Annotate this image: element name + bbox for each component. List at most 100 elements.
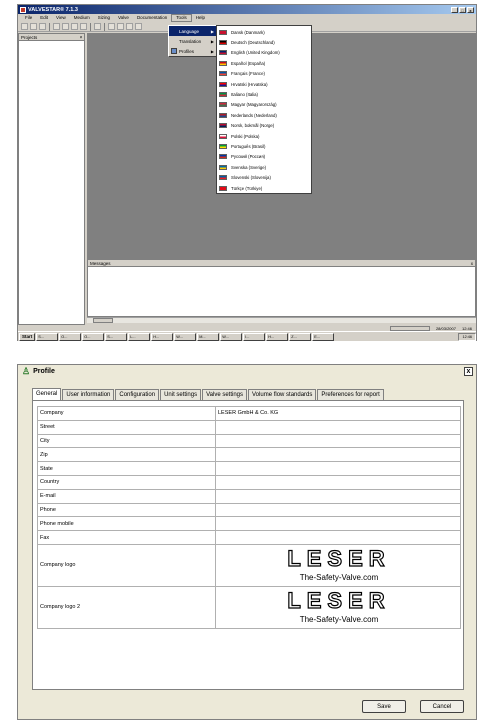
profile-row: E-mail: [37, 488, 461, 504]
flag-icon: [219, 133, 227, 139]
messages-header: Messages x: [88, 260, 475, 267]
taskbar-item[interactable]: H...: [151, 332, 174, 341]
field-value[interactable]: [215, 474, 461, 490]
menu-item-language[interactable]: Language ▶: [169, 26, 217, 36]
company-logo[interactable]: LESER The-Safety-Valve.com: [215, 585, 461, 629]
field-label: State: [37, 461, 216, 476]
field-value[interactable]: [215, 447, 461, 463]
sort-icon[interactable]: [126, 23, 133, 30]
windows-taskbar: Start S... O... O... S... L... H... W...…: [18, 331, 476, 341]
calculate-icon[interactable]: [80, 23, 87, 30]
save-icon[interactable]: [39, 23, 46, 30]
language-option[interactable]: Svenska (Sverige): [217, 162, 311, 172]
horizontal-scrollbar[interactable]: [87, 317, 476, 323]
language-option[interactable]: Português (Brasil): [217, 141, 311, 151]
menu-item-translation[interactable]: Translation ▶: [169, 36, 217, 46]
language-option[interactable]: Polski (Polska): [217, 131, 311, 141]
company-logo[interactable]: LESER The-Safety-Valve.com: [215, 543, 461, 587]
minimize-button[interactable]: _: [451, 6, 458, 13]
window-icon[interactable]: [94, 23, 101, 30]
menu-help[interactable]: Help: [192, 14, 209, 22]
taskbar-item[interactable]: W...: [174, 332, 197, 341]
projects-label: Projects: [21, 34, 38, 40]
menu-item-profiles[interactable]: Profiles ▶: [169, 46, 217, 56]
tab-configuration[interactable]: Configuration: [115, 389, 160, 400]
menu-medium[interactable]: Medium: [70, 14, 94, 22]
new-file-icon[interactable]: [21, 23, 28, 30]
field-value[interactable]: LESER GmbH & Co. KG: [215, 406, 461, 421]
toolbar-separator: [104, 22, 105, 31]
language-label: Italiano (Italia): [231, 92, 258, 98]
field-value[interactable]: [215, 419, 461, 435]
language-option[interactable]: Hrvatski (Hrvatska): [217, 79, 311, 89]
start-button[interactable]: Start: [19, 332, 36, 341]
tab-valve-settings[interactable]: Valve settings: [202, 389, 248, 400]
language-option[interactable]: Français (France): [217, 69, 311, 79]
tab-user-information[interactable]: User information: [62, 389, 115, 400]
tab-preferences-for-report[interactable]: Preferences for report: [317, 389, 384, 400]
help-icon[interactable]: [135, 23, 142, 30]
maximize-button[interactable]: □: [459, 6, 466, 13]
taskbar-item[interactable]: Z...: [289, 332, 312, 341]
language-option[interactable]: Dansk (Danmark): [217, 27, 311, 37]
language-option[interactable]: Slovenski (Slovenija): [217, 172, 311, 182]
field-label: Country: [37, 474, 216, 490]
arrow-up-icon[interactable]: [117, 23, 124, 30]
projects-header: Projects ᵠ: [19, 34, 84, 41]
taskbar-item[interactable]: S...: [36, 332, 59, 341]
taskbar-item[interactable]: L...: [128, 332, 151, 341]
menu-sizing[interactable]: Sizing: [94, 14, 114, 22]
arrow-down-icon[interactable]: [108, 23, 115, 30]
field-value[interactable]: [215, 502, 461, 518]
taskbar-item[interactable]: O...: [82, 332, 105, 341]
tools-dropdown: Language ▶ Translation ▶ Profiles ▶: [168, 25, 218, 57]
save-button[interactable]: Save: [362, 700, 406, 713]
dialog-close-button[interactable]: x: [464, 366, 473, 376]
language-option[interactable]: Magyar (Magyarország): [217, 100, 311, 110]
language-option[interactable]: Русский (Россия): [217, 152, 311, 162]
menu-file[interactable]: File: [21, 14, 36, 22]
cancel-button[interactable]: Cancel: [420, 700, 464, 713]
taskbar-item[interactable]: S...: [105, 332, 128, 341]
field-value[interactable]: [215, 488, 461, 504]
menu-edit[interactable]: Edit: [36, 14, 52, 22]
language-option[interactable]: Deutsch (Deutschland): [217, 37, 311, 47]
settings-icon[interactable]: [71, 23, 78, 30]
taskbar-item[interactable]: H...: [266, 332, 289, 341]
taskbar-item[interactable]: E...: [312, 332, 335, 341]
menu-view[interactable]: View: [52, 14, 70, 22]
language-option[interactable]: Español (España): [217, 58, 311, 68]
taskbar-item[interactable]: I...: [243, 332, 266, 341]
tab-volume-flow-standards[interactable]: Volume flow standards: [248, 389, 317, 400]
field-value[interactable]: [215, 433, 461, 449]
menu-documentation[interactable]: Documentation: [133, 14, 171, 22]
open-folder-icon[interactable]: [30, 23, 37, 30]
language-option[interactable]: English (United Kingdom): [217, 48, 311, 58]
print-icon[interactable]: [53, 23, 60, 30]
language-option[interactable]: Türkçe (Türkiye): [217, 183, 311, 193]
language-option[interactable]: Italiano (Italia): [217, 89, 311, 99]
field-value[interactable]: [215, 530, 461, 545]
taskbar-item[interactable]: W...: [220, 332, 243, 341]
menu-tools[interactable]: Tools: [171, 14, 192, 22]
pin-icon[interactable]: ᵠ: [80, 35, 82, 40]
field-value[interactable]: [215, 461, 461, 476]
preview-icon[interactable]: [62, 23, 69, 30]
menu-valve[interactable]: Valve: [114, 14, 133, 22]
messages-close-icon[interactable]: x: [471, 261, 473, 266]
tab-unit-settings[interactable]: Unit settings: [160, 389, 202, 400]
scrollbar-thumb[interactable]: [93, 318, 113, 323]
language-label: Español (España): [231, 60, 266, 66]
tab-general[interactable]: General: [32, 388, 62, 400]
taskbar-item[interactable]: M...: [197, 332, 220, 341]
field-label: E-mail: [37, 488, 216, 504]
language-option[interactable]: Norsk, bokmål (Norge): [217, 121, 311, 131]
flag-icon: [219, 71, 227, 77]
field-value[interactable]: [215, 516, 461, 532]
field-label: Company: [37, 406, 216, 421]
language-label: Deutsch (Deutschland): [231, 40, 275, 46]
close-button[interactable]: x: [467, 6, 474, 13]
language-label: Türkçe (Türkiye): [231, 185, 263, 191]
language-option[interactable]: Nederlands (Nederland): [217, 110, 311, 120]
taskbar-item[interactable]: O...: [59, 332, 82, 341]
